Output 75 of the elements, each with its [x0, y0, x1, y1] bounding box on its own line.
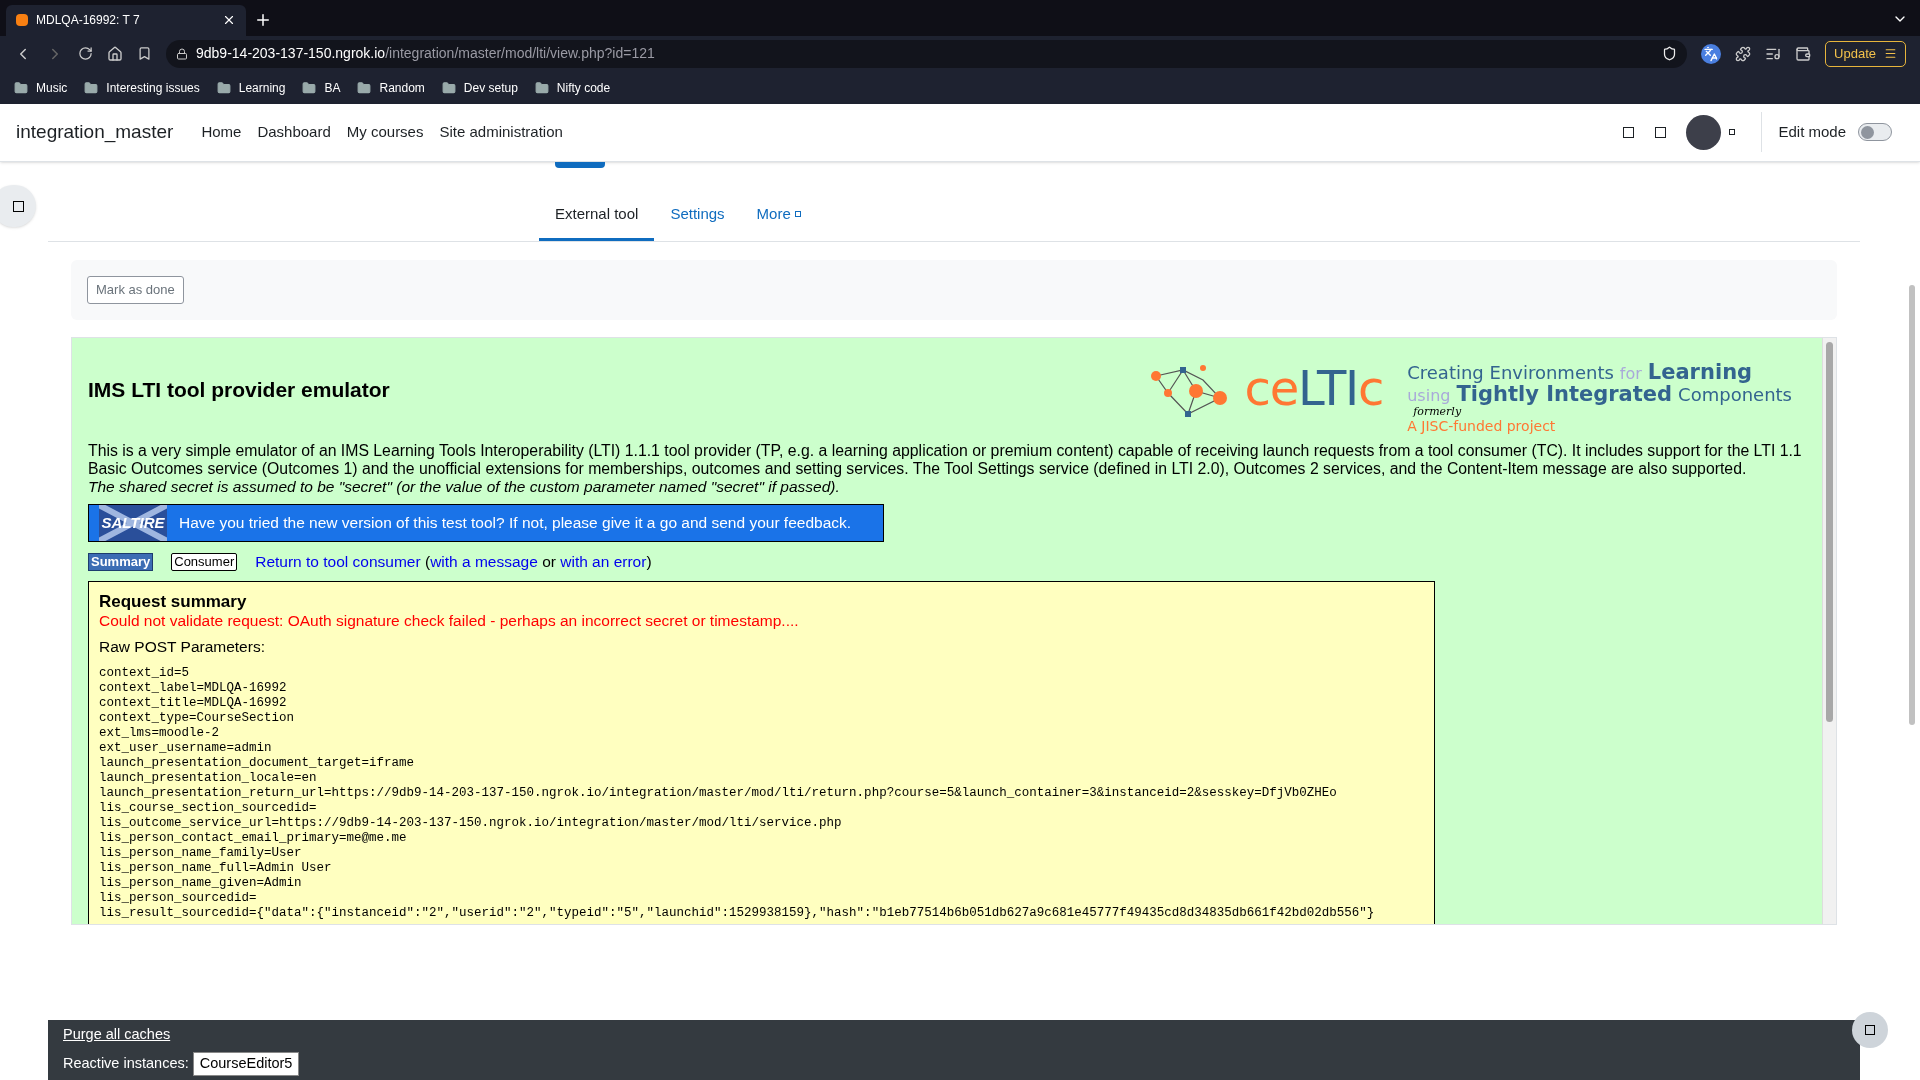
- edit-mode-label: Edit mode: [1778, 122, 1846, 143]
- reload-icon[interactable]: [78, 46, 93, 62]
- translate-icon[interactable]: [1701, 43, 1722, 64]
- bookmark-item[interactable]: BA: [302, 78, 341, 97]
- folder-icon: [357, 80, 372, 95]
- bookmark-item[interactable]: Nifty code: [534, 78, 611, 97]
- nav-link[interactable]: Home: [193, 121, 250, 144]
- saltire-logo: SALTIRE: [99, 505, 167, 541]
- page-scrollbar[interactable]: [1909, 285, 1915, 725]
- folder-icon: [14, 80, 28, 95]
- shield-icon[interactable]: [1662, 46, 1678, 62]
- folder-icon: [84, 80, 99, 95]
- nav-link[interactable]: Dashboard: [249, 121, 339, 144]
- return-links: Return to tool consumer (with a message or with an error): [255, 552, 652, 572]
- user-avatar[interactable]: [1686, 114, 1722, 150]
- tagline: using Tightly Integrated Components: [1407, 384, 1792, 406]
- formerly-note: formerly: [1413, 406, 1463, 418]
- bookmark-label[interactable]: Music: [36, 78, 68, 97]
- bookmark-icon[interactable]: [137, 46, 152, 62]
- update-button[interactable]: Update: [1825, 40, 1906, 67]
- extensions-icon[interactable]: [1735, 45, 1752, 62]
- home-icon[interactable]: [107, 45, 123, 62]
- error-message: Could not validate request: OAuth signature check failed - perhaps an incorrect secret or timestamp....: [99, 612, 800, 631]
- lock-icon: [176, 47, 188, 60]
- frame-scrollbar[interactable]: [1822, 338, 1836, 924]
- url-text: 9db9-14-203-137-150.ngrok.io/integration/master/mod/lti/view.php?id=121: [196, 44, 656, 64]
- bookmark-item[interactable]: Learning: [216, 78, 286, 97]
- bookmark-label[interactable]: Interesting issues: [106, 78, 200, 97]
- emulator-title: IMS LTI tool provider emulator: [88, 377, 390, 403]
- bookmark-item[interactable]: Random: [357, 78, 425, 97]
- purge-link[interactable]: Purge all caches: [63, 1024, 171, 1046]
- folder-icon: [302, 80, 317, 95]
- tab-title: MDLQA-16992: T 7: [36, 12, 141, 30]
- folder-icon: [216, 80, 231, 95]
- folder-icon: [534, 80, 549, 95]
- bookmark-label[interactable]: Nifty code: [556, 78, 611, 97]
- bookmark-label[interactable]: Dev setup: [463, 78, 518, 97]
- intro-paragraph: This is a very simple emulator of an IMS Learning Tools Interoperability (LTI) 1.1.1 tool provider (TP, e.g. a learning application or premium content) capable of receiving launch requests from a tool consumer (TC). It includes support for the LTI 1.1 Basic Outcomes service (Outcomes 1) and the unofficial extensions for memberships, outcomes and setting services. The Tool Settings service (defined in LTI 2.0), Outcomes 2 services, and the Content-Item message are also supported.: [88, 442, 1802, 478]
- wallet-icon[interactable]: [1795, 45, 1812, 62]
- address-field[interactable]: 9db9-14-203-137-150.ngrok.io/integration/master/mod/lti/view.php?id=121: [166, 39, 1688, 68]
- error-link[interactable]: with an error: [560, 553, 647, 570]
- edit-mode-switch[interactable]: [1858, 123, 1892, 142]
- nav-tab[interactable]: More: [740, 190, 817, 241]
- bookmark-label[interactable]: BA: [324, 78, 341, 97]
- bookmark-label[interactable]: Learning: [238, 78, 286, 97]
- drawer-toggle[interactable]: [0, 185, 36, 227]
- menu-icon: [1884, 47, 1897, 61]
- feedback-banner[interactable]: SALTIRE Have you tried the new version of this test tool? If not, please give it a go and send your feedback.: [88, 504, 884, 542]
- funded-note: A JISC-funded project: [1407, 418, 1557, 434]
- course-editor-button[interactable]: CourseEditor5: [192, 1051, 300, 1076]
- bookmark-item[interactable]: Music: [14, 78, 68, 97]
- nav-tab[interactable]: Settings: [654, 190, 741, 241]
- bookmark-label[interactable]: Random: [379, 78, 425, 97]
- site-name[interactable]: integration_master: [16, 118, 174, 147]
- secret-note: The shared secret is assumed to be "secret" (or the value of the custom parameter named "secret" if passed).: [88, 478, 841, 496]
- folder-icon: [441, 80, 456, 95]
- logo-text: ceLTIc: [1244, 364, 1384, 412]
- browser-tab[interactable]: MDLQA-16992: T 7: [6, 4, 246, 36]
- nav-tab[interactable]: External tool: [539, 190, 655, 241]
- raw-heading: Raw POST Parameters:: [99, 638, 266, 657]
- return-link[interactable]: Return to tool consumer: [255, 553, 421, 570]
- banner-text: Have you tried the new version of this test tool? If not, please give it a go and send your feedback.: [179, 513, 852, 534]
- mark-done-button[interactable]: Mark as done: [87, 276, 184, 304]
- footer-toggle[interactable]: [1852, 1012, 1888, 1048]
- view-button[interactable]: Summary: [88, 552, 154, 571]
- nav-link[interactable]: My courses: [338, 121, 432, 144]
- message-link[interactable]: with a message: [430, 553, 538, 570]
- params-list: context_id=5 context_label=MDLQA-16992 context_title=MDLQA-16992 context_type=CourseSection ext_lms=moodle-2 ext_user_username=admin launch_presentation_document_target=iframe launch_presentation_locale=en launch_presentation_return_url=https://9db9-14-203-137-150.ngrok.io/integration/master/mod/lti/return.php?course=5&launch_container=3&instanceid=2&sesskey=DfjVb0ZHEo lis_course_section_sourcedid= lis_outcome_service_url=https://9db9-14-203-137-150.ngrok.io/integration/master/mod/lti/service.php lis_person_contact_email_primary=me@me.me lis_person_name_family=User lis_person_name_full=Admin User lis_person_name_given=Admin lis_person_sourcedid= lis_result_sourcedid={"data":{"instanceid":"2","userid":"2","typeid":"5","launchid":1529938159},"hash":"b1eb77514b6b051db627a9c681e45777f49435cd8d34835db661f42bd02db556"}: [99, 666, 1424, 922]
- reactive-label: Reactive instances:: [63, 1054, 189, 1073]
- summary-title: Request summary: [99, 592, 248, 613]
- view-button[interactable]: Consumer: [171, 552, 238, 571]
- bookmark-item[interactable]: Dev setup: [441, 78, 518, 97]
- tagline: Creating Environments for Learning: [1407, 362, 1754, 384]
- nav-link[interactable]: Site administration: [431, 121, 571, 144]
- bookmark-item[interactable]: Interesting issues: [84, 78, 200, 97]
